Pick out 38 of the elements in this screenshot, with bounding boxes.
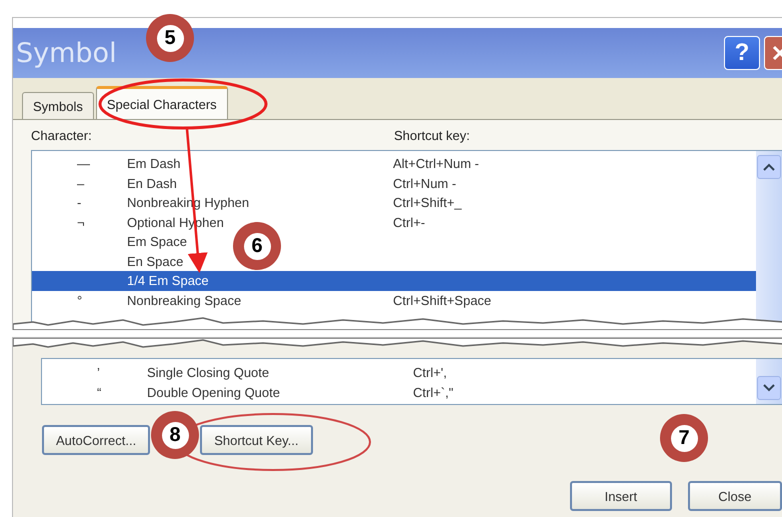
column-header: Shortcut key: (394, 128, 471, 145)
shortcut-text: Ctrl+', (413, 365, 447, 380)
character-symbol: - (76, 195, 82, 210)
character-symbol: — (76, 156, 91, 172)
shortcut-text: Ctrl+`," (413, 384, 454, 400)
scrollbar[interactable] (756, 359, 782, 404)
scroll-down-button[interactable] (757, 376, 781, 400)
autocorrect-button[interactable]: AutoCorrect... (42, 425, 150, 455)
column-header: Character: (31, 128, 93, 145)
chevron-up-icon (763, 163, 775, 171)
character-symbol: – (76, 176, 86, 191)
character-name[interactable]: Nonbreaking Space (127, 292, 242, 308)
character-name[interactable]: En Dash (127, 176, 177, 191)
character-name[interactable]: En Space (127, 254, 184, 269)
tab[interactable]: Special Characters (96, 86, 228, 119)
character-symbol: ° (76, 292, 84, 308)
character-name[interactable]: Double Opening Quote (147, 384, 280, 400)
character-name[interactable]: 1/4 Em Space (127, 273, 209, 288)
close-button[interactable]: Close (688, 481, 782, 511)
help-button[interactable]: ? (724, 36, 760, 70)
character-symbol: “ (96, 384, 102, 400)
character-name[interactable]: Em Space (127, 234, 187, 250)
shortcut-text: Alt+Ctrl+Num - (393, 156, 479, 172)
shortcut-text: Ctrl+Num - (393, 176, 456, 191)
character-name[interactable]: Single Closing Quote (147, 365, 270, 380)
chevron-down-icon (763, 384, 775, 392)
shortcut-text: Ctrl+Shift+Space (393, 292, 492, 308)
character-symbol: ’ (96, 365, 101, 380)
insert-button[interactable]: Insert (570, 481, 672, 511)
character-name[interactable]: Em Dash (127, 156, 180, 172)
shortcut-key-button[interactable]: Shortcut Key... (200, 425, 312, 455)
scroll-up-button[interactable] (757, 155, 781, 179)
character-symbol: ¬ (76, 214, 86, 230)
shortcut-text: Ctrl+- (393, 214, 426, 230)
shortcut-text: Ctrl+Shift+_ (393, 195, 462, 210)
window-title: Symbol (16, 38, 117, 68)
tab[interactable]: Symbols (22, 92, 94, 119)
selected-row-highlight[interactable]: 1/4 Em Space (32, 271, 756, 290)
